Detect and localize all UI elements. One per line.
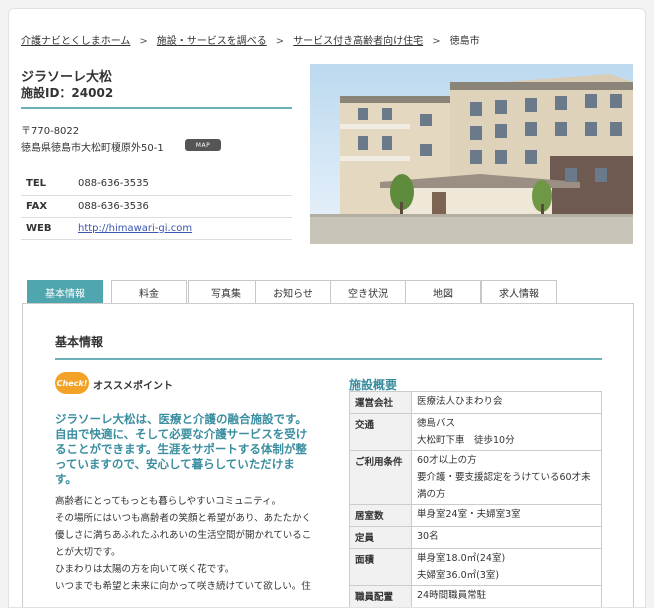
facility-photo [310, 64, 633, 244]
description-line: ひまわりは太陽の方を向いて咲く花です。 [55, 564, 235, 575]
overview-row: 職員配置 24時間職員常駐 [349, 585, 602, 607]
contact-value: 088-636-3535 [78, 173, 292, 196]
tab-vacancy[interactable]: 空き状況 [330, 280, 406, 303]
contact-row-fax: FAX 088-636-3536 [21, 195, 292, 218]
breadcrumb: 介護ナビとくしまホーム > 施設・サービスを調べる > サービス付き高齢者向け住宅 > 徳島… [21, 32, 480, 47]
recommended-points-label: オススメポイント [93, 381, 173, 392]
overview-value-line: 単身室18.0㎡(24室) [417, 553, 506, 564]
tab-news[interactable]: お知らせ [255, 280, 331, 303]
description-line: 優しさに満ちあふれたふれあいの生活空間が開かれているこ [55, 530, 312, 541]
overview-value-line: 夫婦室36.0㎡(3室) [417, 570, 500, 581]
tab-jobs[interactable]: 求人情報 [481, 280, 557, 303]
tab-basic-info[interactable]: 基本情報 [27, 280, 103, 303]
page: 介護ナビとくしまホーム > 施設・サービスを調べる > サービス付き高齢者向け住宅 > 徳島… [8, 8, 646, 608]
overview-row: 運営会社 医療法人ひまわり会 [349, 391, 602, 414]
overview-key: 交通 [349, 413, 412, 451]
title-divider [21, 107, 292, 109]
overview-key: 職員配置 [349, 585, 412, 607]
facility-id: 施設ID：24002 [21, 86, 114, 100]
contact-key: WEB [21, 217, 78, 240]
map-button[interactable]: MAP [185, 139, 221, 151]
breadcrumb-current: 徳島市 [449, 36, 480, 47]
breadcrumb-home-link[interactable]: 介護ナビとくしまホーム [21, 36, 130, 47]
contact-key: FAX [21, 195, 78, 218]
description-line: その場所にはいつも高齢者の笑顔と希望があり、あたたかく [55, 513, 312, 524]
overview-value-line: 単身室24室・夫婦室3室 [417, 509, 521, 520]
description-line: 高齢者にとってもっとも暮らしやすいコミュニティ。 [55, 496, 282, 507]
overview-key: 運営会社 [349, 391, 412, 414]
overview-row: ご利用条件 60才以上の方 要介護・要支援認定をうけている60才未 満の方 [349, 450, 602, 505]
overview-value-line: 30名 [417, 531, 439, 542]
section-title: 基本情報 [55, 335, 104, 349]
overview-key: 定員 [349, 526, 412, 549]
breadcrumb-separator: > [432, 36, 441, 47]
overview-value: 単身室18.0㎡(24室) 夫婦室36.0㎡(3室) [411, 548, 602, 586]
overview-key: 居室数 [349, 504, 412, 527]
tab-fees[interactable]: 料金 [111, 280, 187, 303]
tab-photos[interactable]: 写真集 [188, 280, 264, 303]
facility-name: ジラソーレ大松 [21, 70, 113, 85]
description: 高齢者にとってもっとも暮らしやすいコミュニティ。 その場所にはいつも高齢者の笑顔… [55, 493, 317, 595]
overview-row: 交通 徳島バス 大松町下車 徒歩10分 [349, 413, 602, 451]
overview-row: 居室数 単身室24室・夫婦室3室 [349, 504, 602, 527]
breadcrumb-category-link[interactable]: サービス付き高齢者向け住宅 [293, 36, 423, 47]
overview-value: 30名 [411, 526, 602, 549]
overview-value: 徳島バス 大松町下車 徒歩10分 [411, 413, 602, 451]
address: 徳島県徳島市大松町榎原外50-1 [21, 143, 164, 154]
overview-value-line: 24時間職員常駐 [417, 590, 487, 601]
overview-key: 面積 [349, 548, 412, 586]
overview-value: 60才以上の方 要介護・要支援認定をうけている60才未 満の方 [411, 450, 602, 505]
overview-key: ご利用条件 [349, 450, 412, 505]
contact-value: http://himawari-gi.com [78, 217, 292, 240]
breadcrumb-search-link[interactable]: 施設・サービスを調べる [157, 36, 267, 47]
overview-value: 24時間職員常駐 [411, 585, 602, 607]
breadcrumb-separator: > [275, 36, 285, 47]
overview-value-line: 大松町下車 徒歩10分 [417, 435, 515, 446]
contact-table: TEL 088-636-3535 FAX 088-636-3536 WEB ht… [21, 173, 292, 240]
contact-value: 088-636-3536 [78, 195, 292, 218]
postal-code: 〒770-8022 [21, 126, 80, 137]
overview-row: 定員 30名 [349, 526, 602, 549]
section-divider [55, 358, 602, 360]
contact-row-tel: TEL 088-636-3535 [21, 173, 292, 196]
overview-row: 面積 単身室18.0㎡(24室) 夫婦室36.0㎡(3室) [349, 548, 602, 586]
overview-value-line: 徳島バス [417, 418, 456, 429]
overview-value-line: 要介護・要支援認定をうけている60才未 [417, 472, 591, 483]
contact-key: TEL [21, 173, 78, 196]
overview-table: 運営会社 医療法人ひまわり会 交通 徳島バス 大松町下車 徒歩10分 ご利用条件… [349, 391, 602, 607]
description-line: とが大切です。 [55, 547, 121, 558]
check-badge: Check! [55, 372, 89, 394]
overview-value-line: 医療法人ひまわり会 [417, 396, 503, 407]
contact-row-web: WEB http://himawari-gi.com [21, 217, 292, 240]
description-line: いつまでも希望と未来に向かって咲き続けていて欲しい。住 [55, 581, 311, 592]
website-link[interactable]: http://himawari-gi.com [78, 223, 192, 234]
tab-map[interactable]: 地図 [405, 280, 481, 303]
breadcrumb-separator: > [139, 36, 148, 47]
overview-value-line: 満の方 [417, 489, 446, 500]
overview-value-line: 60才以上の方 [417, 455, 477, 466]
lead-text: ジラソーレ大松は、医療と介護の融合施設です。自由で快適に、そして必要な介護サービ… [55, 412, 308, 486]
overview-value: 単身室24室・夫婦室3室 [411, 504, 602, 527]
overview-value: 医療法人ひまわり会 [411, 391, 602, 414]
